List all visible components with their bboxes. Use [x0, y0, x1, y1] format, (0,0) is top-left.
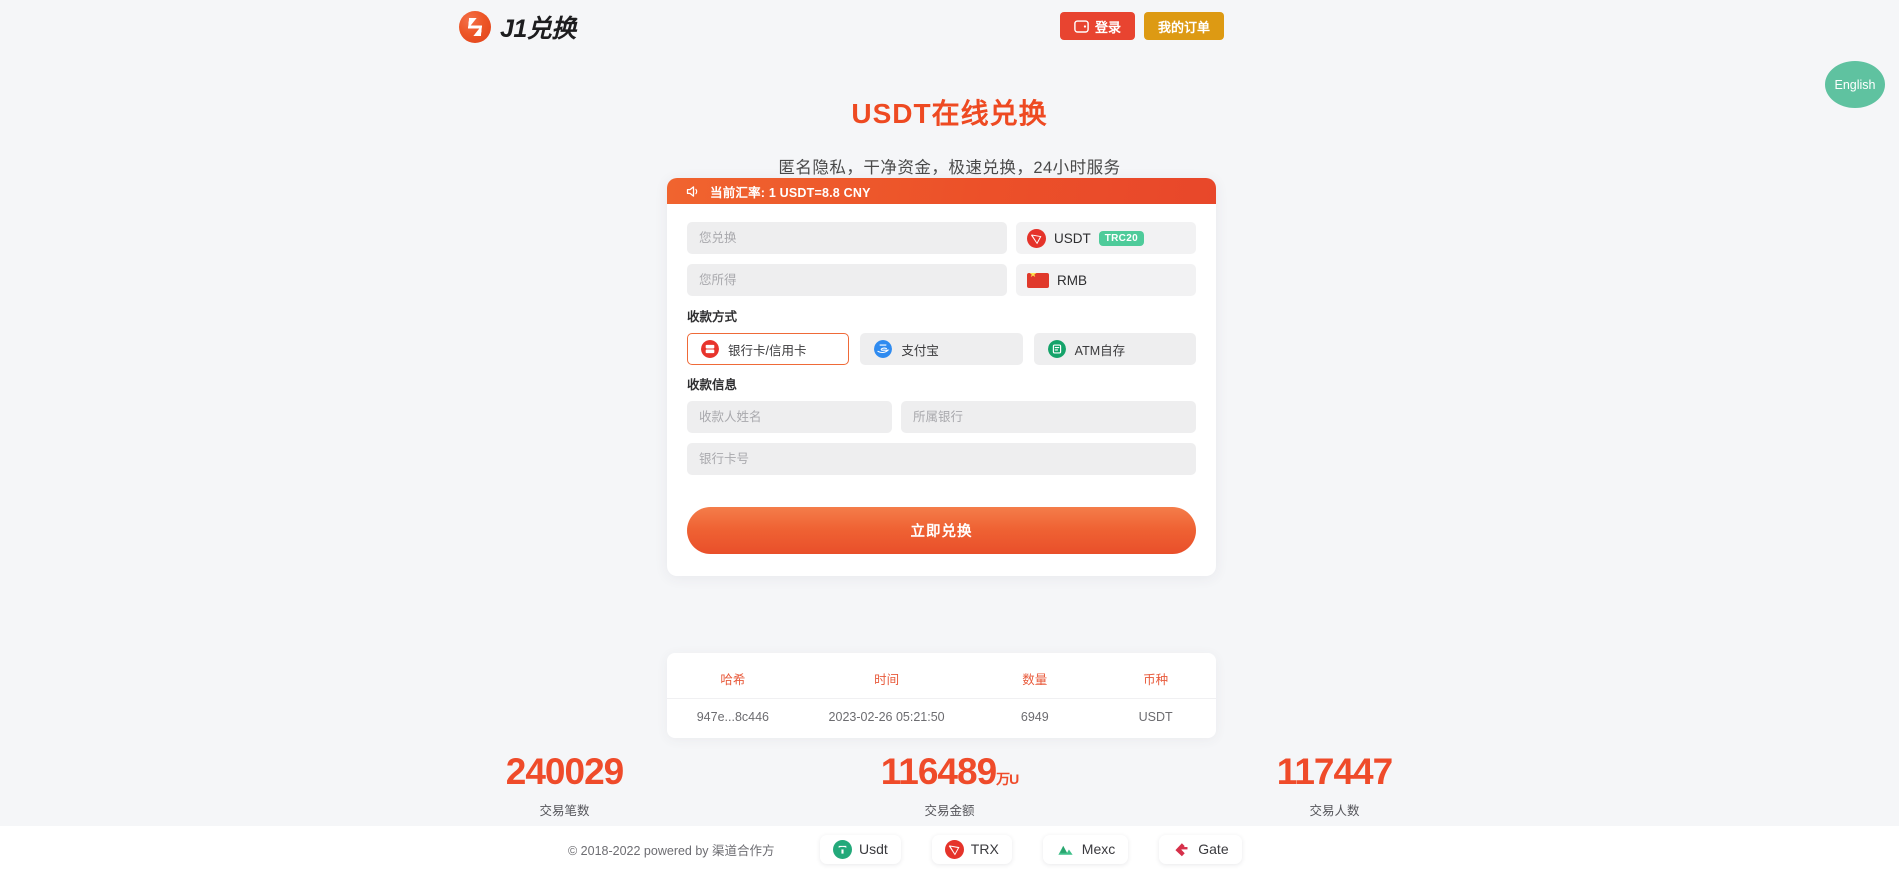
wallet-icon	[1074, 19, 1089, 33]
pay-method-atm-label: ATM自存	[1074, 343, 1126, 358]
payee-info-label: 收款信息	[687, 378, 738, 392]
pay-amount-input[interactable]	[687, 222, 1007, 254]
exchange-card: 当前汇率: 1 USDT=8.8 CNY USDT TRC20	[667, 178, 1216, 576]
atm-icon	[1047, 340, 1066, 358]
stat-trade-users: 117447 交易人数	[1235, 753, 1435, 819]
pay-method-alipay[interactable]: 支付宝	[860, 333, 1023, 365]
receive-asset-name: RMB	[1057, 272, 1087, 288]
hero-section: USDT在线兑换 匿名隐私，干净资金，极速兑换，24小时服务	[0, 92, 1899, 178]
alipay-icon	[874, 340, 893, 358]
cell-coin: USDT	[1095, 698, 1216, 726]
page-subtitle: 匿名隐私，干净资金，极速兑换，24小时服务	[778, 159, 1121, 177]
partner-gate[interactable]: Gate	[1159, 834, 1242, 864]
page-title: USDT在线兑换	[851, 98, 1048, 129]
stat-trade-volume-label: 交易金额	[924, 804, 975, 818]
stat-trade-count: 240029 交易笔数	[465, 753, 665, 819]
site-footer: © 2018-2022 powered by 渠道合作方 Usdt TRX Me…	[0, 826, 1899, 872]
pay-method-label: 收款方式	[687, 310, 738, 324]
stat-value-text: 240029	[505, 751, 624, 792]
stat-trade-count-label: 交易笔数	[539, 804, 590, 818]
language-toggle-label: English	[1834, 77, 1876, 92]
submit-exchange-button[interactable]: 立即兑换	[687, 507, 1196, 554]
tron-icon	[1027, 228, 1046, 248]
megaphone-icon	[686, 185, 698, 197]
my-orders-label: 我的订单	[1157, 19, 1210, 35]
network-badge: TRC20	[1098, 230, 1144, 246]
login-button[interactable]: 登录	[1059, 12, 1135, 40]
stat-trade-count-value: 240029	[465, 753, 665, 790]
stat-trade-users-value: 117447	[1235, 753, 1435, 790]
partner-usdt[interactable]: Usdt	[820, 834, 901, 864]
login-button-label: 登录	[1094, 19, 1121, 35]
exchange-rate-text: 当前汇率: 1 USDT=8.8 CNY	[710, 185, 871, 200]
receive-row: RMB	[687, 264, 1196, 296]
partner-mexc[interactable]: Mexc	[1042, 834, 1129, 864]
pay-asset-selector[interactable]: USDT TRC20	[1016, 222, 1196, 254]
stats-section: 240029 交易笔数 116489万U 交易金额 117447 交易人数	[0, 753, 1899, 819]
pay-method-alipay-label: 支付宝	[901, 343, 939, 358]
cell-time: 2023-02-26 05:21:50	[798, 698, 975, 726]
stat-trade-volume-value: 116489万U	[850, 753, 1050, 790]
usdt-icon	[833, 839, 852, 859]
bank-card-icon	[701, 340, 719, 358]
payee-name-input[interactable]	[687, 401, 892, 433]
payee-bank-input[interactable]	[901, 401, 1196, 433]
payee-card-row	[687, 443, 1196, 475]
column-header-amount: 数量	[1022, 673, 1048, 687]
site-header: J1兑换 登录 我的订单	[0, 0, 1899, 60]
partner-usdt-label: Usdt	[859, 841, 888, 857]
gate-icon	[1175, 842, 1188, 856]
column-header-hash: 哈希	[720, 673, 746, 687]
partner-mexc-label: Mexc	[1081, 841, 1116, 857]
my-orders-button[interactable]: 我的订单	[1143, 12, 1224, 40]
mexc-icon	[1058, 845, 1073, 855]
stat-value-text: 117447	[1276, 751, 1393, 792]
stat-trade-users-label: 交易人数	[1309, 804, 1360, 818]
stat-value-text: 116489	[880, 751, 997, 792]
site-logo[interactable]: J1兑换	[459, 9, 576, 45]
column-header-coin: 币种	[1143, 673, 1169, 687]
logo-text: J1兑换	[500, 15, 576, 43]
partner-trx-label: TRX	[970, 841, 999, 857]
receive-asset-selector[interactable]: RMB	[1016, 264, 1196, 296]
logo-mark-icon	[459, 11, 491, 43]
table-header-row: 哈希 时间 数量 币种	[667, 663, 1216, 699]
pay-row: USDT TRC20	[687, 222, 1196, 254]
exchange-form: USDT TRC20 RMB 收款方式	[667, 204, 1216, 576]
pay-method-bankcard[interactable]: 银行卡/信用卡	[687, 333, 850, 365]
receive-amount-input[interactable]	[687, 264, 1007, 296]
exchange-rate-notice: 当前汇率: 1 USDT=8.8 CNY	[667, 178, 1216, 204]
copyright-text: © 2018-2022 powered by 渠道合作方	[568, 843, 775, 858]
header-actions: 登录 我的订单	[1059, 12, 1224, 40]
table-row[interactable]: 947e...8c446 2023-02-26 05:21:50 6949 US…	[667, 698, 1216, 726]
stat-trade-volume: 116489万U 交易金额	[850, 753, 1050, 819]
transactions-card: 哈希 时间 数量 币种 947e...8c446 2023-02-26 05:2…	[667, 653, 1216, 738]
pay-method-atm[interactable]: ATM自存	[1033, 333, 1196, 365]
pay-method-bankcard-label: 银行卡/信用卡	[728, 343, 807, 358]
trx-icon	[944, 839, 964, 859]
china-flag-icon	[1027, 272, 1049, 288]
transactions-table: 哈希 时间 数量 币种 947e...8c446 2023-02-26 05:2…	[667, 663, 1216, 726]
submit-exchange-label: 立即兑换	[910, 524, 973, 540]
partner-gate-label: Gate	[1198, 841, 1229, 857]
partner-list: Usdt TRX Mexc Gate	[820, 834, 1242, 864]
pay-method-group: 银行卡/信用卡 支付宝 ATM自存	[687, 333, 1196, 365]
payee-card-input[interactable]	[687, 443, 1196, 475]
cell-amount: 6949	[974, 698, 1096, 726]
partner-trx[interactable]: TRX	[931, 834, 1012, 864]
cell-hash: 947e...8c446	[667, 698, 799, 726]
page-root: J1兑换 登录 我的订单 English USDT在线兑换 匿名隐私，干净资金，…	[0, 0, 1899, 872]
column-header-time: 时间	[874, 673, 900, 687]
stat-unit-text: 万U	[996, 771, 1019, 787]
pay-asset-name: USDT	[1054, 230, 1091, 246]
payee-name-row	[687, 401, 1196, 433]
